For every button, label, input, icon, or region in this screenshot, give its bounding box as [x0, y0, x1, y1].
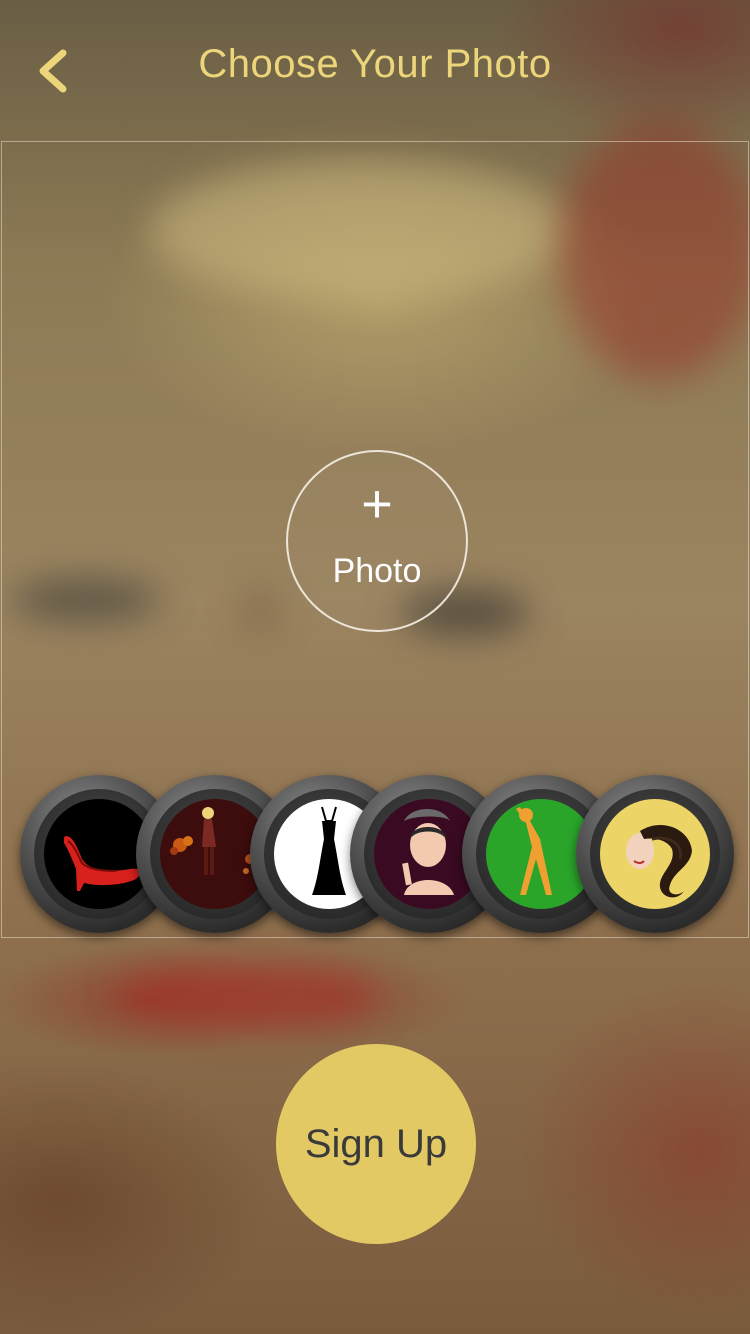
screen: Choose Your Photo + Photo Sign Up	[0, 0, 750, 1334]
header: Choose Your Photo	[0, 0, 750, 140]
background-blur	[120, 960, 380, 1030]
hair-woman-icon	[626, 824, 692, 898]
add-photo-button[interactable]: + Photo	[286, 450, 468, 632]
add-photo-label: Photo	[332, 552, 422, 590]
sign-up-button[interactable]: Sign Up	[276, 1044, 476, 1244]
category-hair[interactable]	[576, 775, 734, 933]
plus-icon: +	[361, 474, 393, 534]
page-title: Choose Your Photo	[198, 42, 552, 86]
